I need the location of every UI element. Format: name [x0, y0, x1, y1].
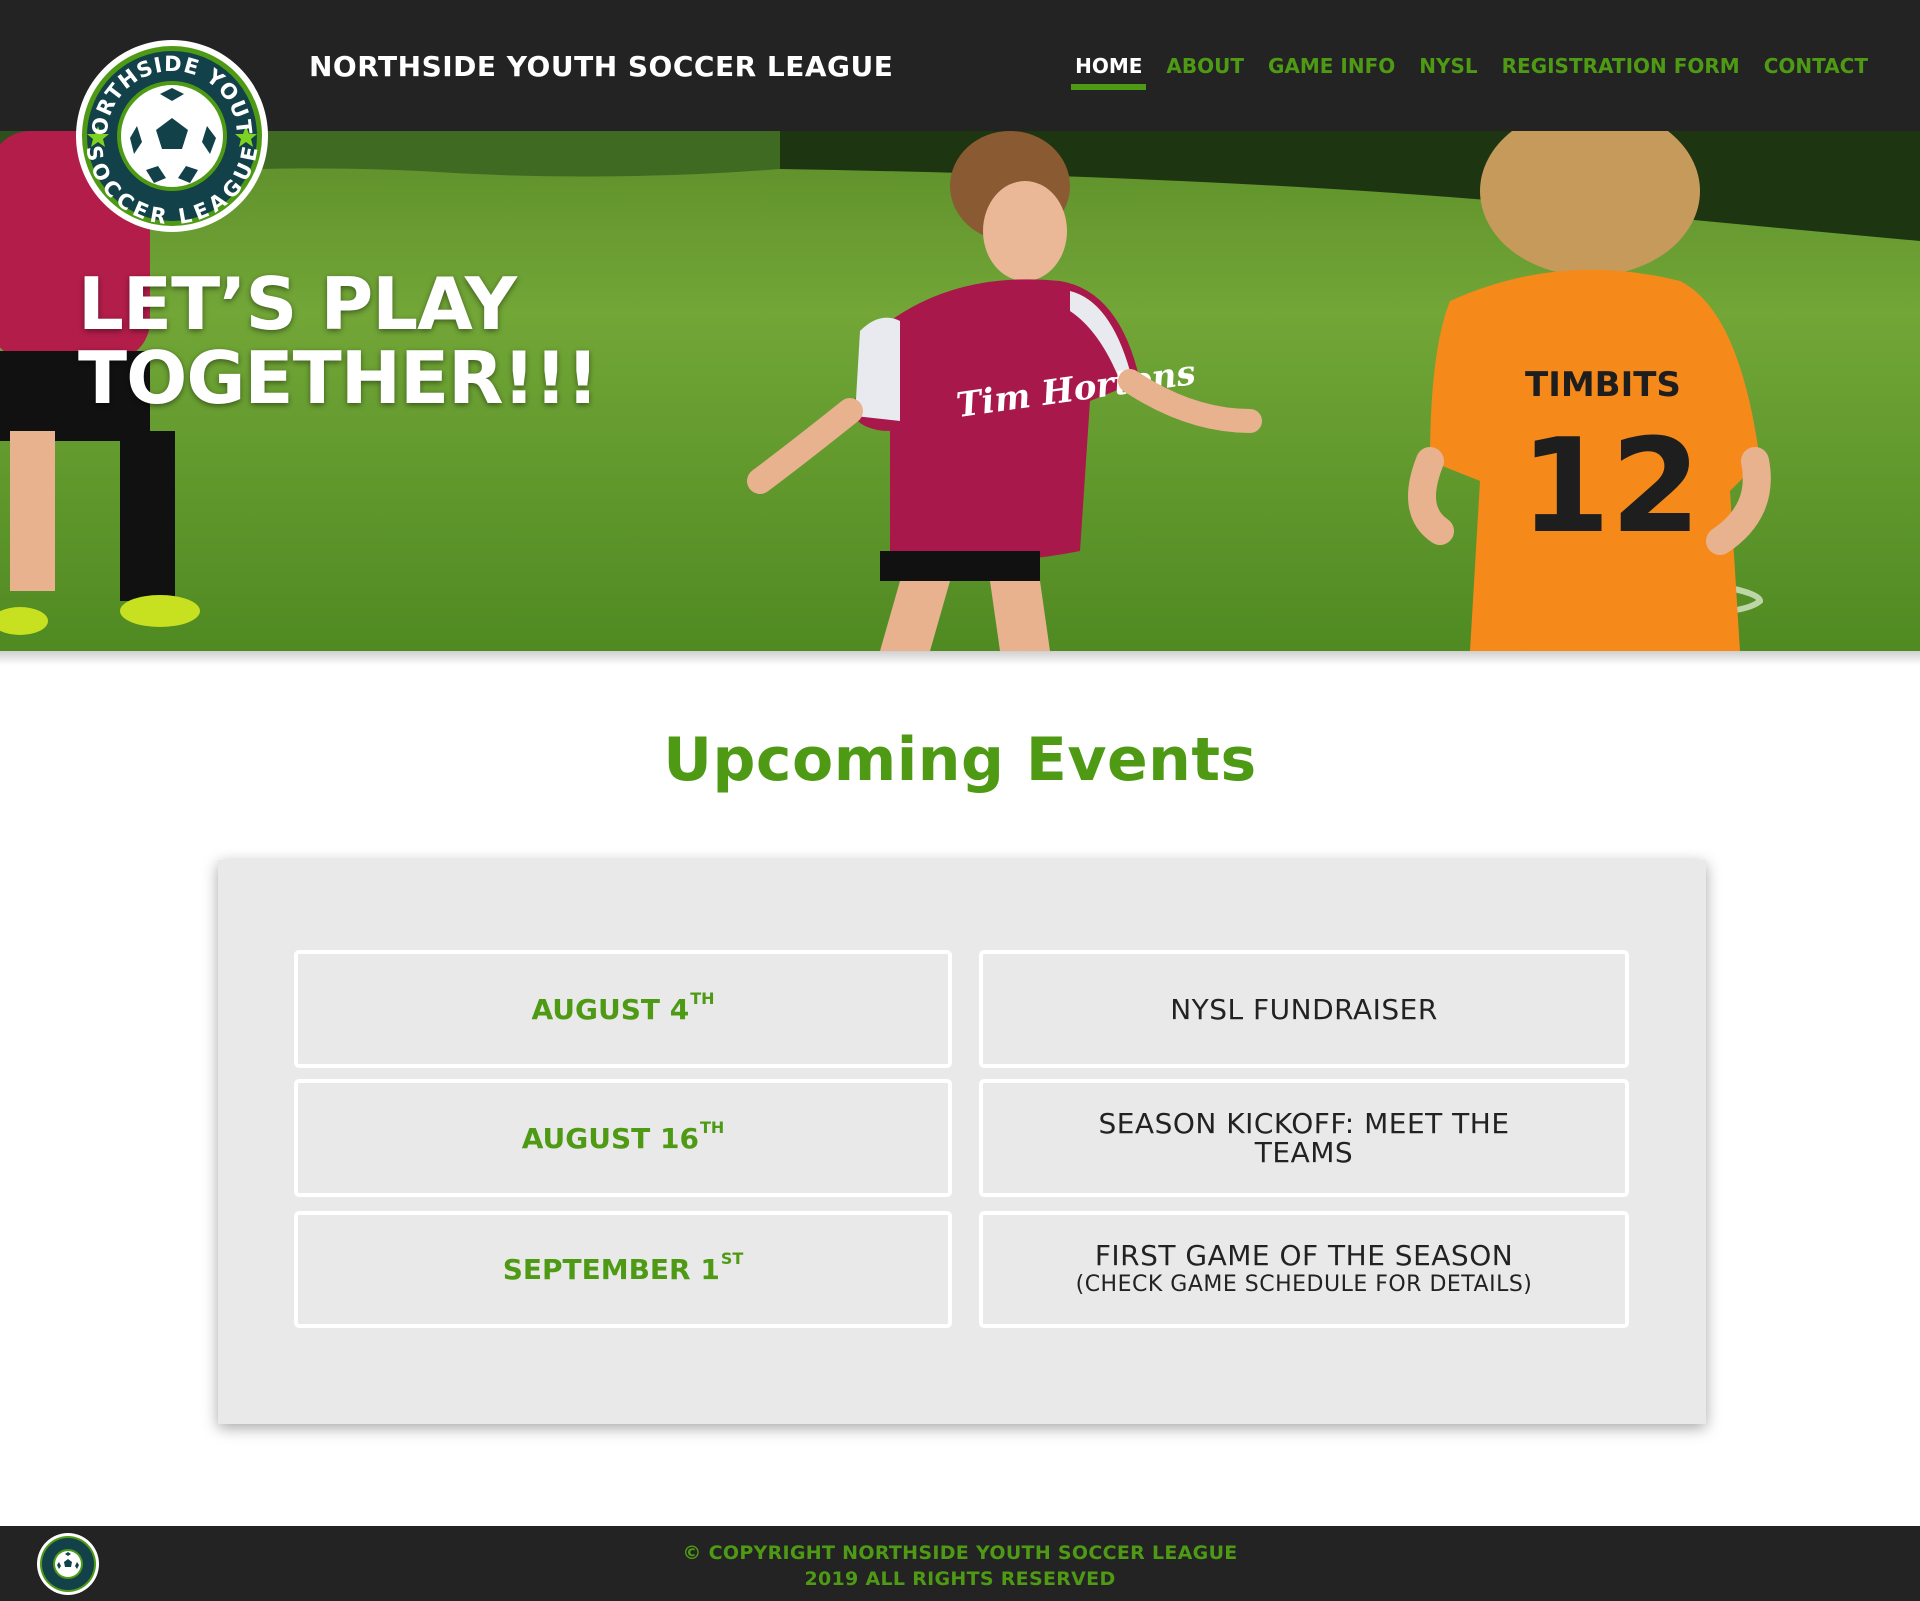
hero-title: LET’S PLAY TOGETHER!!! — [78, 262, 599, 420]
event-date-suffix: TH — [699, 1117, 725, 1137]
event-title: FIRST GAME OF THE SEASON — [1094, 1239, 1514, 1272]
events-heading: Upcoming Events — [663, 725, 1257, 795]
events-panel: AUGUST 4TH NYSL FUNDRAISER AUGUST 16TH S… — [218, 860, 1706, 1424]
footer-copyright: © COPYRIGHT NORTHSIDE YOUTH SOCCER LEAGU… — [0, 1540, 1920, 1592]
hero-shadow — [0, 651, 1920, 665]
event-date-suffix: ST — [720, 1249, 744, 1268]
main-nav: HOME ABOUT GAME INFO NYSL REGISTRATION F… — [1071, 54, 1868, 90]
event-description: FIRST GAME OF THE SEASON (CHECK GAME SCH… — [979, 1211, 1629, 1328]
nav-about[interactable]: ABOUT — [1166, 54, 1244, 88]
nav-nysl[interactable]: NYSL — [1419, 54, 1477, 88]
hero-title-line-2: TOGETHER!!! — [78, 336, 599, 420]
event-description: NYSL FUNDRAISER — [979, 950, 1629, 1068]
nav-home[interactable]: HOME — [1071, 54, 1147, 90]
site-footer: © COPYRIGHT NORTHSIDE YOUTH SOCCER LEAGU… — [0, 1526, 1920, 1601]
event-date-text: AUGUST 4 — [531, 992, 690, 1026]
event-title: NYSL FUNDRAISER — [1170, 992, 1438, 1026]
event-date: AUGUST 4TH — [294, 950, 952, 1068]
event-date-suffix: TH — [690, 988, 715, 1008]
site-header: NORTHSIDE YOUTH SOCCER LEAGUE HOME ABOUT… — [0, 0, 1920, 131]
footer-line-2: 2019 ALL RIGHTS RESERVED — [804, 1568, 1116, 1590]
event-date: AUGUST 16TH — [294, 1079, 952, 1197]
footer-line-1: © COPYRIGHT NORTHSIDE YOUTH SOCCER LEAGU… — [682, 1542, 1238, 1564]
event-note: (CHECK GAME SCHEDULE FOR DETAILS) — [1075, 1272, 1533, 1297]
jersey-number: 12 — [1520, 410, 1701, 562]
event-description: SEASON KICKOFF: MEET THE TEAMS — [979, 1079, 1629, 1197]
event-date-text: AUGUST 16 — [521, 1121, 699, 1155]
hero-banner: Tim Hortons TIMBITS 12 LET’S PLAY TOGETH… — [0, 131, 1920, 651]
hero-title-line-1: LET’S PLAY — [78, 262, 517, 346]
jersey-team: TIMBITS — [1525, 365, 1681, 405]
event-date-text: SEPTEMBER 1 — [502, 1253, 720, 1286]
event-title: SEASON KICKOFF: MEET THE TEAMS — [1098, 1107, 1510, 1169]
site-title[interactable]: NORTHSIDE YOUTH SOCCER LEAGUE — [309, 50, 893, 83]
nav-registration-form[interactable]: REGISTRATION FORM — [1502, 54, 1740, 88]
league-logo[interactable]: NORTHSIDE YOUTH SOCCER LEAGUE — [65, 19, 270, 234]
nav-contact[interactable]: CONTACT — [1764, 54, 1868, 88]
event-date: SEPTEMBER 1ST — [294, 1211, 952, 1328]
nav-game-info[interactable]: GAME INFO — [1268, 54, 1395, 88]
